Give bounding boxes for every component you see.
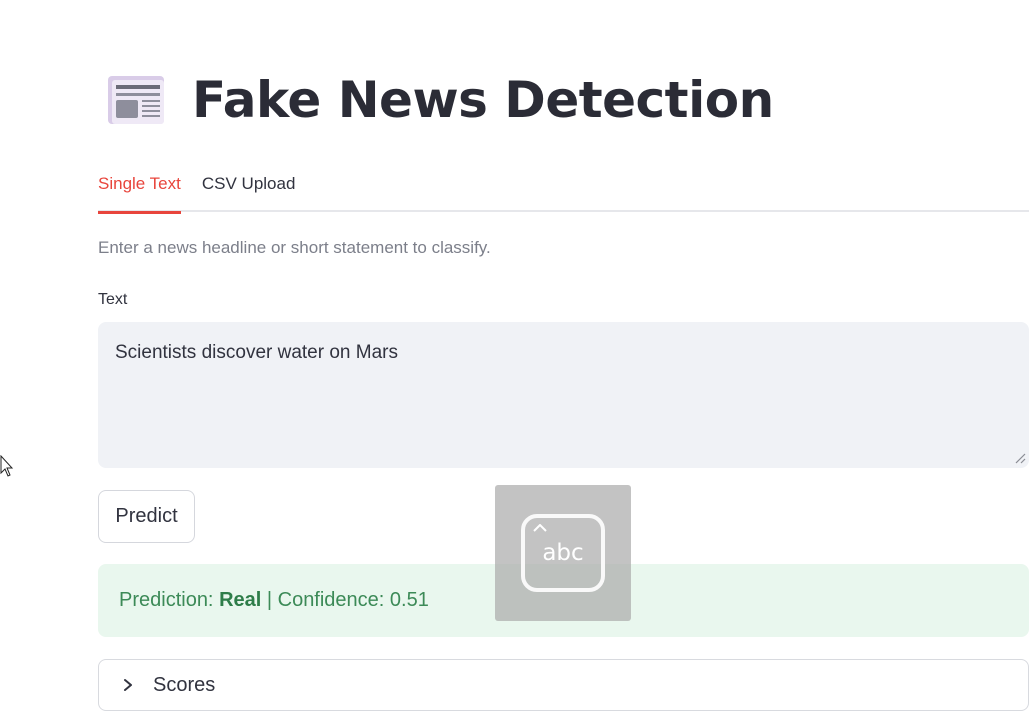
instructions-caption: Enter a news headline or short statement… <box>98 238 491 257</box>
resize-handle-icon[interactable] <box>1014 452 1026 464</box>
tab-csv-upload[interactable]: CSV Upload <box>202 168 296 212</box>
tab-bar: Single Text CSV Upload <box>98 168 1029 214</box>
scores-expander[interactable]: Scores <box>98 659 1029 711</box>
tab-single-text[interactable]: Single Text <box>98 168 181 214</box>
caret-up-icon <box>533 524 547 532</box>
scores-expander-label: Scores <box>153 673 216 696</box>
predict-button[interactable]: Predict <box>98 490 195 543</box>
result-confidence: | Confidence: 0.51 <box>261 589 429 611</box>
result-prefix: Prediction: <box>119 589 220 611</box>
text-input[interactable]: Scientists discover water on Mars <box>98 322 1029 468</box>
text-field-label: Text <box>98 291 128 308</box>
app-page: Fake News Detection Single Text CSV Uplo… <box>0 0 1029 719</box>
keyboard-input-overlay: abc <box>495 485 631 621</box>
title-row: Fake News Detection <box>106 72 774 128</box>
newspaper-icon <box>108 76 164 124</box>
keyboard-input-icon: abc <box>521 514 605 592</box>
mouse-cursor-icon <box>0 455 14 477</box>
keyboard-input-text: abc <box>542 540 584 566</box>
result-label: Real <box>219 589 262 611</box>
chevron-right-icon <box>124 679 132 691</box>
page-title: Fake News Detection <box>192 71 774 129</box>
